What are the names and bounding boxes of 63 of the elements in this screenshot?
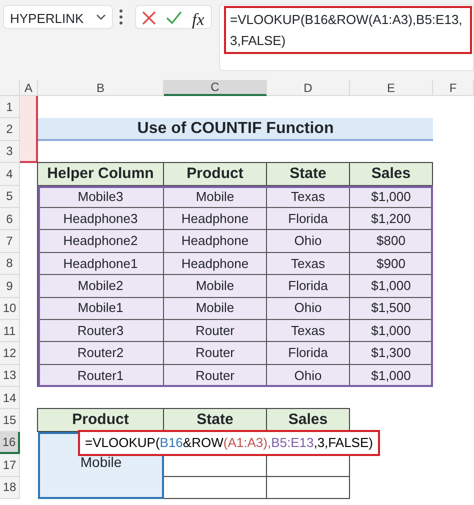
column-heading: State [163,408,267,432]
more-icon[interactable] [119,9,123,25]
row-header[interactable]: 4 [0,163,20,186]
row-header[interactable]: 8 [0,252,20,276]
row-header[interactable]: 15 [0,409,20,432]
table-cell: Router2 [37,341,164,365]
formula-tooltip: =VLOOKUP(B16&ROW(A1:A3),B5:E13,3,FALSE) [78,430,380,456]
column-heading: State [266,162,350,186]
table-cell: Headphone2 [37,229,164,253]
column-heading: Sales [266,408,350,432]
check-icon[interactable] [166,11,182,24]
table-cell: Mobile [163,296,267,320]
table-cell: Texas [266,252,350,276]
column-header[interactable]: A [20,80,38,96]
table-cell: $800 [349,229,433,253]
table-cell: $1,000 [349,274,433,298]
sheet-title: Use of COUNTIF Function [38,118,433,141]
column-header[interactable]: E [350,80,433,96]
table-cell: $1,500 [349,296,433,320]
row-header[interactable]: 11 [0,320,20,342]
row-header[interactable]: 16 [0,432,20,454]
table-cell: Headphone [163,229,267,253]
selected-range [20,96,38,164]
table-cell: Florida [266,341,350,365]
table-cell: Mobile [163,274,267,298]
row-header[interactable]: 2 [0,118,20,141]
column-header[interactable]: F [433,80,474,96]
table-cell: Ohio [266,296,350,320]
table-cell: Mobile2 [37,274,164,298]
row-header[interactable]: 7 [0,230,20,253]
table-cell: Router [163,341,267,365]
formula-field[interactable]: =VLOOKUP(B16&ROW(A1:A3),B5:E13, 3,FALSE) [224,6,472,54]
table-cell: Texas [266,318,350,342]
row-header[interactable]: 9 [0,275,20,298]
row-header[interactable]: 18 [0,476,20,500]
row-header[interactable]: 6 [0,208,20,230]
column-heading: Helper Column [37,162,164,186]
table-cell: Florida [266,274,350,298]
column-header[interactable]: D [267,80,350,96]
table-cell: $1,300 [349,341,433,365]
row-header[interactable]: 1 [0,96,20,118]
table-cell: Headphone [163,206,267,230]
table-cell: Headphone [163,252,267,276]
table-cell: Mobile1 [37,296,164,320]
table-cell: Ohio [266,229,350,253]
cancel-icon[interactable] [142,11,156,25]
column-header[interactable]: B [38,80,164,96]
column-heading: Product [37,408,164,432]
row-header[interactable]: 12 [0,342,20,365]
row-header[interactable]: 10 [0,298,20,320]
table-cell: Florida [266,206,350,230]
row-header[interactable]: 14 [0,387,20,410]
row-header[interactable]: 17 [0,454,20,477]
column-heading: Product [163,162,267,186]
insert-function-button[interactable]: fx [192,7,204,32]
column-heading: Sales [349,162,433,186]
row-header[interactable]: 13 [0,364,20,388]
column-header[interactable]: C [164,80,267,96]
chevron-icon [96,14,106,21]
name-box[interactable]: HYPERLINK [3,5,113,29]
row-header[interactable]: 5 [0,186,20,208]
table-cell: Router [163,318,267,342]
row-header[interactable]: 3 [0,140,20,164]
